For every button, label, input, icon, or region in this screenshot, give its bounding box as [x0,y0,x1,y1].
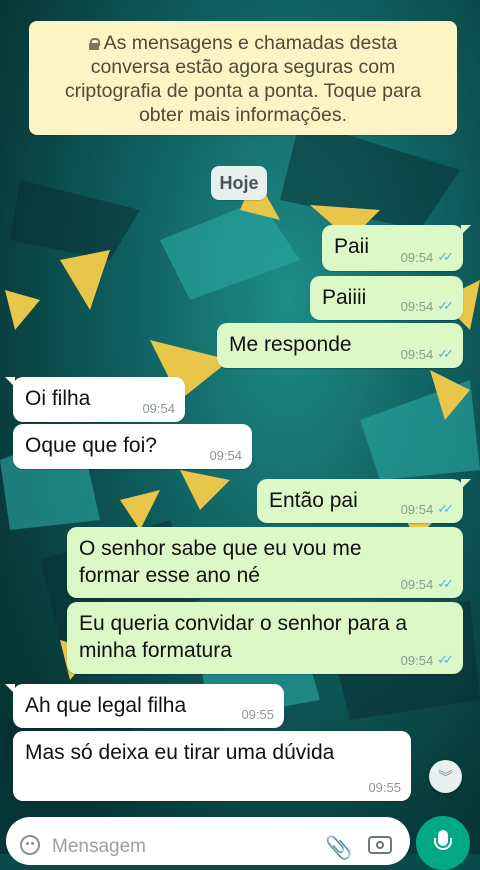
message-text: Ah que legal filha [25,694,187,717]
message-time: 09:55 [241,707,274,722]
scroll-to-bottom-button[interactable]: ︾ [429,760,462,793]
message-text: formar esse ano né [79,564,260,587]
read-ticks-icon: ✓✓ [437,577,454,592]
message-text: Paii [334,235,370,258]
read-ticks-icon: ✓✓ [437,347,454,362]
encryption-notice[interactable]: As mensagens e chamadas desta conversa e… [29,21,457,135]
message-meta: 09:55 [241,708,274,722]
message-text: Paiiii [322,286,367,309]
message-meta: 09:54 ✓✓ [400,250,454,265]
message-text: Mas só deixa eu tirar uma dúvida [25,741,335,764]
message-composer[interactable]: Mensagem 📎 [6,817,410,865]
message-time: 09:54 [400,299,434,314]
message-meta: 09:54 [209,449,242,463]
message-text: Eu queria convidar o senhor para a [79,612,408,635]
message-bubble-outgoing[interactable]: Paiiii 09:54 ✓✓ [310,276,463,320]
message-text: Oque que foi? [25,434,157,457]
encryption-notice-line4: obter mais informações. [138,104,348,126]
message-meta: 09:54 [142,402,175,416]
message-bubble-incoming[interactable]: Mas só deixa eu tirar uma dúvida 09:55 [13,731,411,801]
read-ticks-icon: ✓✓ [437,502,454,517]
encryption-notice-line3: criptografia de ponta a ponta. Toque par… [64,80,422,102]
read-ticks-icon: ✓✓ [437,299,454,314]
read-ticks-icon: ✓✓ [437,250,454,265]
message-time: 09:54 [400,347,434,362]
message-text: Então pai [269,489,358,512]
message-bubble-outgoing[interactable]: Me responde 09:54 ✓✓ [217,323,463,368]
message-text: minha formatura [79,639,232,662]
read-ticks-icon: ✓✓ [437,653,454,668]
message-bubble-outgoing[interactable]: Eu queria convidar o senhor para a minha… [67,602,463,674]
message-time: 09:54 [209,448,242,463]
encryption-notice-line1: As mensagens e chamadas desta [103,32,398,54]
message-bubble-incoming[interactable]: Oi filha 09:54 [5,377,185,422]
message-bubble-outgoing[interactable]: O senhor sabe que eu vou me formar esse … [67,527,463,598]
message-meta: 09:54 ✓✓ [400,502,454,517]
message-meta: 09:55 [368,781,401,795]
chevron-double-down-icon: ︾ [438,768,453,785]
date-chip: Hoje [211,166,267,200]
lock-icon [88,38,100,50]
message-bubble-outgoing[interactable]: Então pai 09:54 ✓✓ [257,479,471,523]
message-input[interactable]: Mensagem [52,836,146,858]
message-text: Me responde [229,333,352,356]
message-meta: 09:54 ✓✓ [400,577,454,592]
message-time: 09:54 [142,401,175,416]
message-meta: 09:54 ✓✓ [400,347,454,362]
message-bubble-outgoing[interactable]: Paii 09:54 ✓✓ [322,225,471,271]
message-time: 09:54 [400,250,434,265]
message-text: Oi filha [25,387,91,410]
message-time: 09:55 [368,780,401,795]
message-text: O senhor sabe que eu vou me [79,537,362,560]
camera-icon[interactable] [368,836,392,854]
message-bubble-incoming[interactable]: Oque que foi? 09:54 [13,424,252,469]
emoji-icon[interactable] [20,835,40,855]
microphone-button[interactable] [416,816,470,870]
message-time: 09:54 [400,653,434,668]
encryption-notice-line2: conversa estão agora seguras com [90,56,396,78]
message-bubble-incoming[interactable]: Ah que legal filha 09:55 [5,684,284,728]
message-meta: 09:54 ✓✓ [400,653,454,668]
message-time: 09:54 [400,502,434,517]
message-meta: 09:54 ✓✓ [400,299,454,314]
message-time: 09:54 [400,577,434,592]
attach-icon[interactable]: 📎 [325,835,352,861]
